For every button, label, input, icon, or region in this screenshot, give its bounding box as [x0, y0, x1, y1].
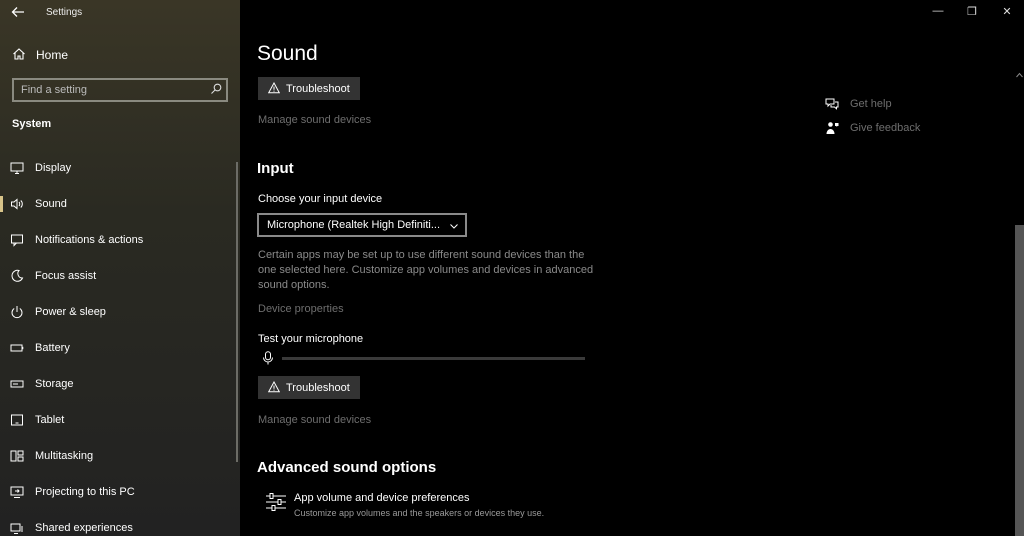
sidebar-nav: Display Sound Notifications & actions Fo… [0, 150, 240, 536]
input-manage-sound-devices-link[interactable]: Manage sound devices [258, 414, 371, 426]
input-device-dropdown[interactable]: Microphone (Realtek High Definiti... [257, 213, 467, 237]
give-feedback-label: Give feedback [850, 122, 921, 134]
sidebar-item-storage[interactable]: Storage [0, 366, 240, 402]
power-icon [11, 306, 23, 319]
back-button[interactable] [10, 5, 26, 21]
sidebar-item-label: Sound [35, 198, 67, 210]
battery-icon [10, 344, 24, 352]
multitasking-icon [10, 450, 24, 462]
storage-icon [10, 380, 24, 388]
sidebar-item-projecting[interactable]: Projecting to this PC [0, 474, 240, 510]
sidebar-item-tablet[interactable]: Tablet [0, 402, 240, 438]
search-box[interactable] [12, 78, 228, 102]
button-label: Troubleshoot [286, 82, 350, 95]
sidebar: Settings Home System Display [0, 0, 240, 536]
device-properties-link[interactable]: Device properties [258, 303, 344, 315]
search-input[interactable] [14, 80, 204, 100]
display-icon [10, 162, 24, 174]
choose-input-device-label: Choose your input device [258, 193, 383, 205]
restore-button[interactable]: ❐ [964, 5, 980, 18]
sidebar-item-display[interactable]: Display [0, 150, 240, 186]
main-content: — ❐ ✕ Sound Troubleshoot Manage sound de… [240, 0, 1024, 536]
projecting-icon [10, 486, 24, 498]
input-troubleshoot-button[interactable]: Troubleshoot [258, 376, 360, 399]
microphone-level-meter [282, 357, 585, 360]
sidebar-item-label: Projecting to this PC [35, 486, 135, 498]
scroll-up-arrow-icon[interactable] [1015, 70, 1024, 80]
sidebar-item-label: Storage [35, 378, 74, 390]
button-label: Troubleshoot [286, 381, 350, 394]
app-volume-preferences-subtitle: Customize app volumes and the speakers o… [294, 508, 545, 518]
chat-help-icon [825, 98, 839, 110]
moon-icon [11, 269, 24, 282]
sidebar-item-label: Battery [35, 342, 70, 354]
sidebar-item-label: Notifications & actions [35, 234, 144, 246]
close-button[interactable]: ✕ [999, 5, 1015, 18]
sidebar-item-label: Power & sleep [35, 306, 106, 318]
output-manage-sound-devices-link[interactable]: Manage sound devices [258, 114, 371, 126]
sidebar-item-notifications[interactable]: Notifications & actions [0, 222, 240, 258]
sidebar-item-multitasking[interactable]: Multitasking [0, 438, 240, 474]
sidebar-item-label: Display [35, 162, 72, 174]
sidebar-item-shared-experiences[interactable]: Shared experiences [0, 510, 240, 536]
dropdown-selected-value: Microphone (Realtek High Definiti... [267, 219, 441, 231]
sidebar-item-label: Shared experiences [35, 522, 133, 534]
minimize-button[interactable]: — [930, 5, 946, 17]
warning-icon [268, 82, 280, 94]
input-heading: Input [257, 160, 294, 177]
back-arrow-icon [11, 7, 24, 17]
sidebar-item-sound[interactable]: Sound [0, 186, 240, 222]
get-help-label: Get help [850, 98, 892, 110]
page-title: Sound [257, 42, 318, 65]
active-indicator [0, 196, 3, 212]
sliders-icon[interactable] [265, 492, 287, 512]
main-scrollbar-thumb[interactable] [1015, 225, 1024, 536]
sidebar-item-label: Tablet [35, 414, 65, 426]
app-volume-preferences-link[interactable]: App volume and device preferences [294, 492, 470, 504]
sidebar-item-battery[interactable]: Battery [0, 330, 240, 366]
shared-icon [10, 523, 23, 534]
speaker-icon [11, 198, 23, 210]
test-microphone-label: Test your microphone [258, 333, 364, 345]
chevron-down-icon [450, 224, 458, 229]
tablet-icon [11, 414, 23, 426]
home-icon [13, 48, 25, 60]
warning-icon [268, 381, 280, 393]
sidebar-item-label: Focus assist [35, 270, 97, 282]
sidebar-item-label: Multitasking [35, 450, 94, 462]
output-troubleshoot-button[interactable]: Troubleshoot [258, 77, 360, 100]
sidebar-item-focus-assist[interactable]: Focus assist [0, 258, 240, 294]
advanced-sound-options-heading: Advanced sound options [257, 459, 437, 476]
sidebar-item-label: Home [36, 48, 69, 62]
microphone-icon [263, 351, 273, 365]
sidebar-scrollbar[interactable] [236, 162, 238, 462]
input-device-description: Certain apps may be set up to use differ… [258, 249, 594, 291]
get-help-link[interactable]: Get help [825, 96, 1005, 114]
sidebar-item-power-sleep[interactable]: Power & sleep [0, 294, 240, 330]
sidebar-item-home[interactable]: Home [0, 44, 240, 66]
section-label-system: System [12, 118, 52, 130]
feedback-icon [826, 122, 839, 134]
titlebar: Settings [0, 0, 240, 26]
give-feedback-link[interactable]: Give feedback [825, 120, 1005, 138]
search-icon[interactable] [210, 83, 222, 95]
app-title: Settings [46, 7, 83, 18]
notification-icon [11, 234, 23, 247]
